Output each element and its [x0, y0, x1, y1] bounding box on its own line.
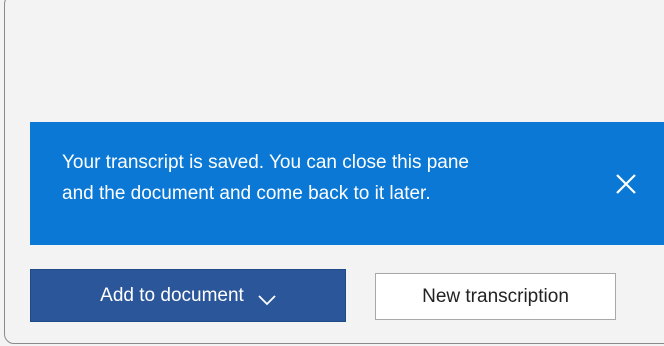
notification-message: Your transcript is saved. You can close …	[62, 147, 582, 209]
close-icon[interactable]	[613, 171, 639, 197]
notification-message-line-2: and the document and come back to it lat…	[62, 183, 431, 204]
add-to-document-button[interactable]: Add to document	[30, 269, 346, 322]
new-transcription-button[interactable]: New transcription	[375, 273, 616, 320]
add-to-document-label: Add to document	[100, 284, 244, 306]
saved-notification-banner: Your transcript is saved. You can close …	[30, 122, 664, 245]
new-transcription-label: New transcription	[422, 285, 569, 307]
notification-message-line-1: Your transcript is saved. You can close …	[62, 152, 469, 173]
close-icon-glyph	[616, 174, 636, 194]
chevron-down-icon	[258, 290, 276, 305]
